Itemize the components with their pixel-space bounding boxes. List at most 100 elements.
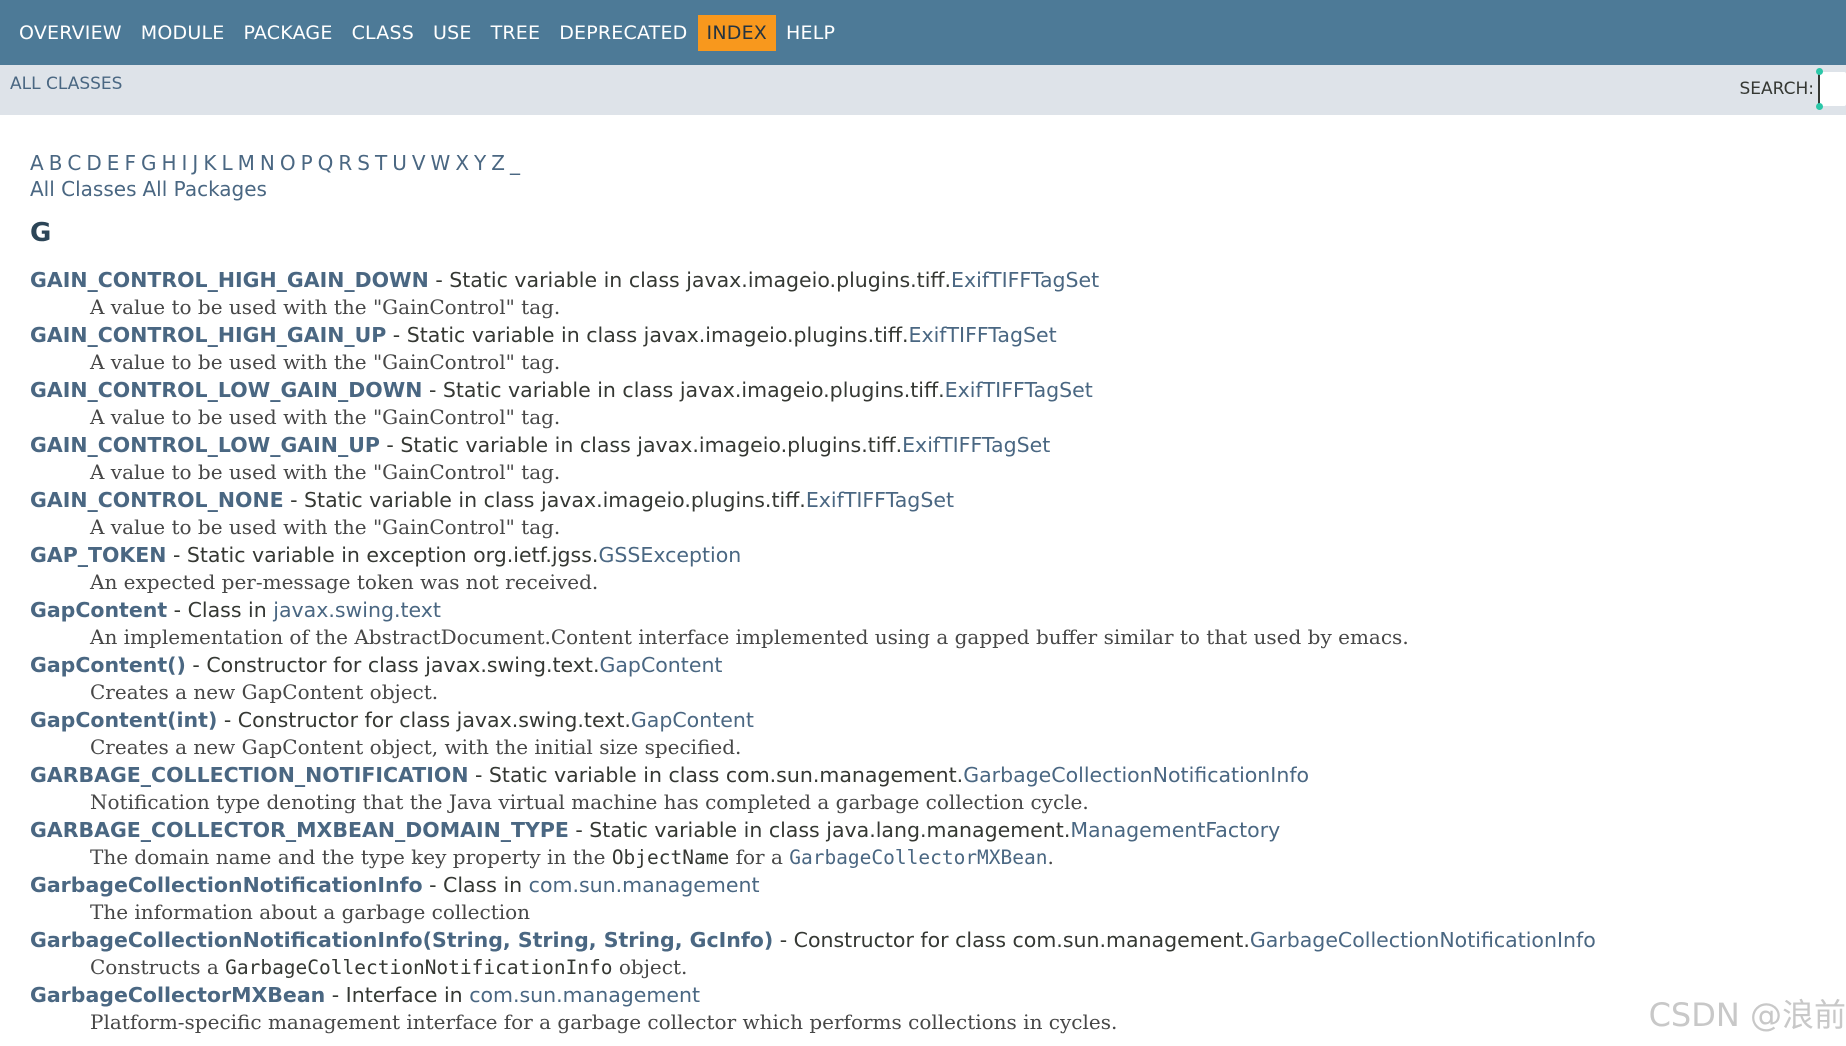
entry-owner-link[interactable]: ExifTIFFTagSet [806, 488, 954, 512]
nav-item-module[interactable]: MODULE [132, 15, 234, 51]
letter-link[interactable]: U [392, 151, 407, 175]
entry-description: A value to be used with the "GainControl… [90, 405, 561, 429]
entry-description: Constructs a GarbageCollectionNotificati… [90, 954, 1830, 981]
nav-item-index[interactable]: INDEX [697, 14, 776, 51]
letter-link[interactable]: T [375, 151, 387, 175]
nav-item-deprecated[interactable]: DEPRECATED [550, 15, 696, 51]
letter-link[interactable]: W [431, 151, 451, 175]
entry-name-link[interactable]: GapContent() [30, 653, 186, 677]
nav-item-use[interactable]: USE [424, 15, 481, 51]
letter-link[interactable]: G [141, 151, 157, 175]
letter-link[interactable]: N [260, 151, 275, 175]
entry-name-link[interactable]: GapContent [30, 598, 167, 622]
entry-kind-text: - Static variable in class javax.imageio… [386, 323, 909, 347]
entry-owner-link[interactable]: ExifTIFFTagSet [951, 268, 1099, 292]
letter-link[interactable]: _ [510, 151, 520, 175]
index-entry: GAIN_CONTROL_HIGH_GAIN_UP - Static varia… [30, 321, 1830, 349]
description-text: . [1047, 845, 1054, 869]
letter-link[interactable]: Y [474, 151, 486, 175]
letter-link[interactable]: M [238, 151, 255, 175]
letter-link[interactable]: O [280, 151, 296, 175]
letter-link[interactable]: A [30, 151, 44, 175]
entry-name-link[interactable]: GapContent(int) [30, 708, 217, 732]
entry-kind-text: - Static variable in class javax.imageio… [283, 488, 806, 512]
top-nav-list: OVERVIEW MODULE PACKAGE CLASS USE TREE DEPRECA… [0, 0, 1846, 65]
entry-owner-link[interactable]: javax.swing.text [273, 598, 441, 622]
search-input[interactable] [1816, 68, 1846, 110]
all-link[interactable]: All Classes [30, 177, 137, 201]
entry-owner-link[interactable]: GapContent [599, 653, 722, 677]
letter-link[interactable]: S [357, 151, 370, 175]
letter-link[interactable]: K [203, 151, 216, 175]
entry-kind-text: - Static variable in class javax.imageio… [379, 433, 903, 457]
entry-owner-link[interactable]: ManagementFactory [1070, 818, 1280, 842]
entry-kind-text: - Constructor for class javax.swing.text… [217, 708, 631, 732]
letter-link[interactable]: P [301, 151, 313, 175]
entry-owner-link[interactable]: ExifTIFFTagSet [945, 378, 1093, 402]
entry-kind-text: - Class in [167, 598, 274, 622]
entry-description: Creates a new GapContent object. [90, 680, 439, 704]
entry-name-link[interactable]: GAIN_CONTROL_LOW_GAIN_DOWN [30, 378, 422, 402]
top-navigation-bar: OVERVIEW MODULE PACKAGE CLASS USE TREE DEPRECA… [0, 0, 1846, 65]
letter-link[interactable]: L [221, 151, 232, 175]
entry-description: Notification type denoting that the Java… [90, 790, 1089, 814]
entry-description: A value to be used with the "GainControl… [90, 350, 561, 374]
index-entry: GAIN_CONTROL_LOW_GAIN_DOWN - Static vari… [30, 376, 1830, 404]
letter-link[interactable]: Q [318, 151, 334, 175]
index-entry: GapContent - Class in javax.swing.text [30, 596, 1830, 624]
letter-link[interactable]: R [338, 151, 352, 175]
description-text: Constructs a [90, 955, 226, 979]
entry-kind-text: - Constructor for class javax.swing.text… [185, 653, 600, 677]
index-entry: GAIN_CONTROL_HIGH_GAIN_DOWN - Static var… [30, 266, 1830, 294]
entry-description: An implementation of the AbstractDocumen… [90, 625, 1409, 649]
entry-name-link[interactable]: GAIN_CONTROL_NONE [30, 488, 284, 512]
entry-owner-link[interactable]: ExifTIFFTagSet [902, 433, 1050, 457]
entry-name-link[interactable]: GarbageCollectionNotificationInfo(String… [30, 928, 773, 952]
entry-kind-text: - Constructor for class com.sun.manageme… [773, 928, 1250, 952]
nav-item-package[interactable]: PACKAGE [234, 15, 341, 51]
letter-link[interactable]: H [161, 151, 176, 175]
index-entry: GAIN_CONTROL_LOW_GAIN_UP - Static variab… [30, 431, 1830, 459]
letter-link[interactable]: I [182, 151, 188, 175]
entry-owner-link[interactable]: GapContent [631, 708, 754, 732]
entry-owner-link[interactable]: GarbageCollectionNotificationInfo [963, 763, 1309, 787]
entry-description: An expected per-message token was not re… [90, 570, 599, 594]
inline-code: GarbageCollectionNotificationInfo [225, 956, 613, 979]
all-link[interactable]: All Packages [143, 177, 267, 201]
entry-owner-link[interactable]: ExifTIFFTagSet [909, 323, 1057, 347]
entry-owner-link[interactable]: GSSException [598, 543, 741, 567]
entry-name-link[interactable]: GAIN_CONTROL_LOW_GAIN_UP [30, 433, 380, 457]
letter-link[interactable]: V [412, 151, 426, 175]
letter-link[interactable]: D [86, 151, 101, 175]
letter-link[interactable]: F [124, 151, 136, 175]
entry-name-link[interactable]: GARBAGE_COLLECTOR_MXBEAN_DOMAIN_TYPE [30, 818, 569, 842]
entry-name-link[interactable]: GAIN_CONTROL_HIGH_GAIN_DOWN [30, 268, 429, 292]
letter-link[interactable]: X [455, 151, 469, 175]
entry-description: A value to be used with the "GainControl… [90, 295, 561, 319]
nav-item-class[interactable]: CLASS [343, 15, 423, 51]
entry-name-link[interactable]: GarbageCollectorMXBean [30, 983, 325, 1007]
letter-link[interactable]: B [49, 151, 63, 175]
nav-item-overview[interactable]: OVERVIEW [10, 15, 131, 51]
letter-link[interactable]: J [192, 151, 198, 175]
letter-link[interactable]: Z [491, 151, 505, 175]
all-classes-link[interactable]: ALL CLASSES [10, 74, 122, 94]
sub-navigation-bar: ALL CLASSES SEARCH: [0, 65, 1846, 115]
nav-item-help[interactable]: HELP [777, 15, 844, 51]
entry-description: A value to be used with the "GainControl… [90, 515, 561, 539]
entry-name-link[interactable]: GAP_TOKEN [30, 543, 166, 567]
entry-name-link[interactable]: GARBAGE_COLLECTION_NOTIFICATION [30, 763, 468, 787]
letter-link[interactable]: E [107, 151, 120, 175]
entry-kind-text: - Interface in [325, 983, 470, 1007]
entry-owner-link[interactable]: com.sun.management [469, 983, 700, 1007]
entry-kind-text: - Class in [422, 873, 529, 897]
entry-name-link[interactable]: GAIN_CONTROL_HIGH_GAIN_UP [30, 323, 386, 347]
description-text: object. [612, 955, 688, 979]
entry-owner-link[interactable]: com.sun.management [529, 873, 760, 897]
entry-name-link[interactable]: GarbageCollectionNotificationInfo [30, 873, 423, 897]
inline-code[interactable]: GarbageCollectorMXBean [789, 846, 1047, 869]
description-text: The domain name and the type key propert… [90, 845, 612, 869]
entry-owner-link[interactable]: GarbageCollectionNotificationInfo [1250, 928, 1596, 952]
letter-link[interactable]: C [67, 151, 81, 175]
nav-item-tree[interactable]: TREE [482, 15, 550, 51]
